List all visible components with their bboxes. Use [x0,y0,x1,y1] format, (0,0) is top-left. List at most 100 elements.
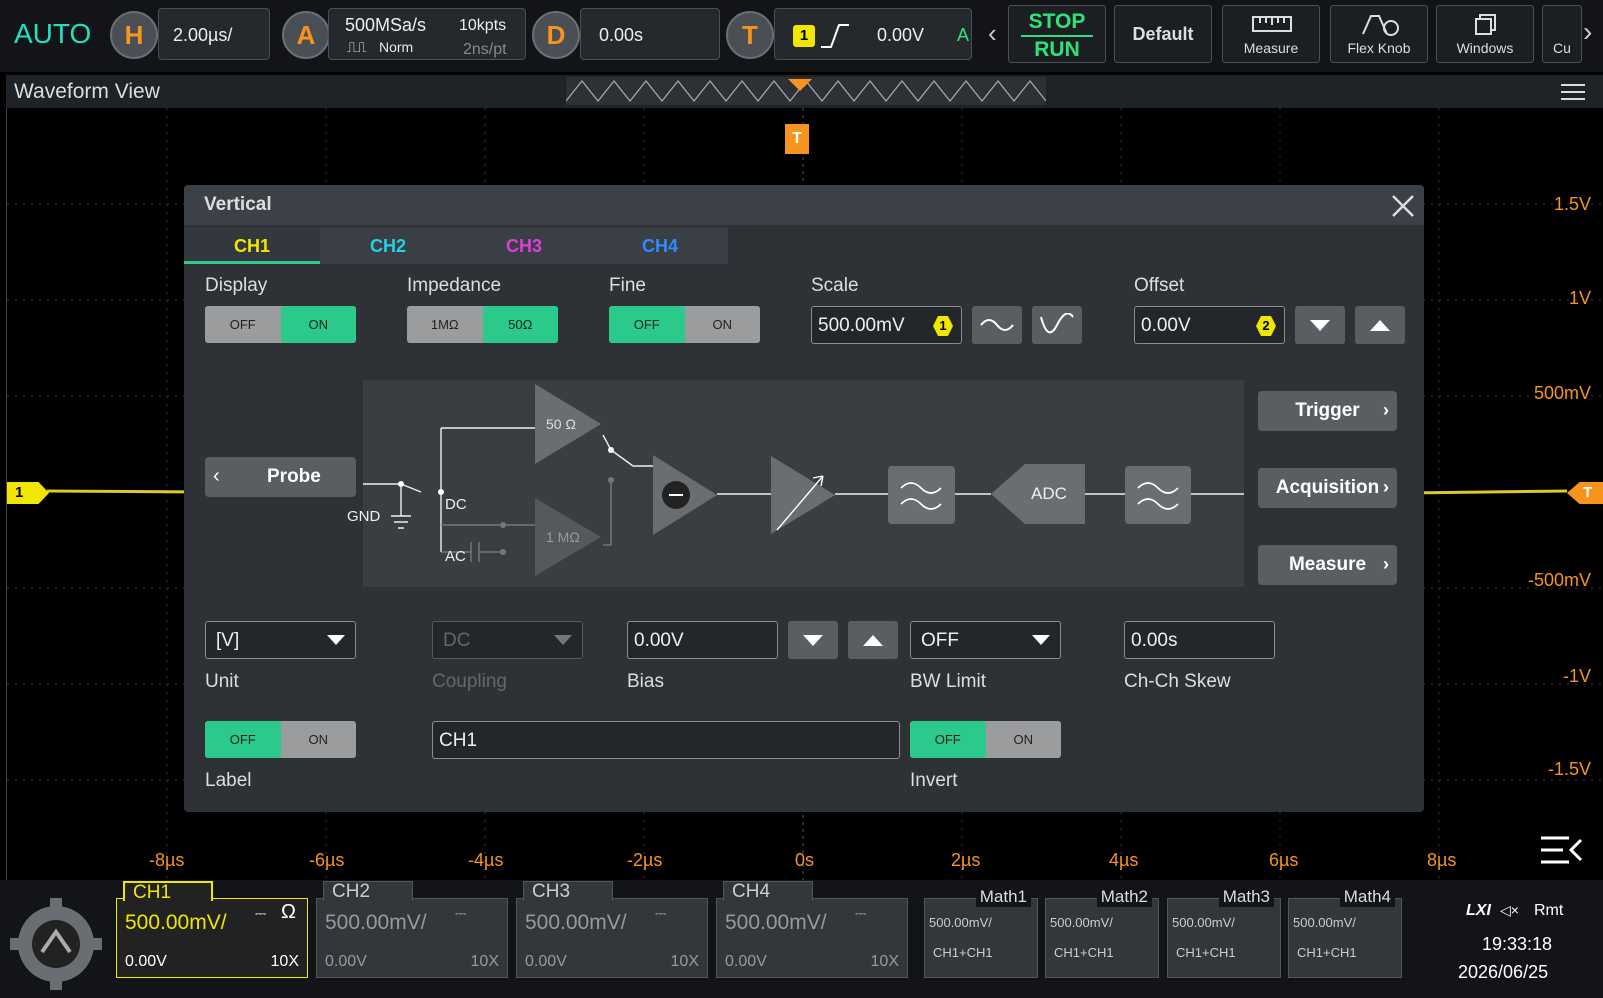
display-off: OFF [229,317,256,332]
scroll-right-icon[interactable]: › [1583,16,1592,48]
display-toggle[interactable]: OFF ON [205,306,356,343]
delay-box[interactable]: 0.00s [580,8,720,60]
unit-label: Unit [205,671,239,692]
ch1-status-title: CH1 [123,881,213,903]
cursor-button[interactable]: Cu [1542,5,1582,63]
measure-link-button[interactable]: Measure › [1258,545,1397,585]
scale-input[interactable]: 500.00mV 1 [811,306,962,344]
delay-button[interactable]: D [532,11,580,59]
ch2-offset: 0.00V [325,953,367,970]
trigger-link-button[interactable]: Trigger › [1258,391,1397,431]
flex-knob-button[interactable]: Flex Knob [1330,5,1428,63]
stop-run-button[interactable]: STOP RUN [1008,5,1106,63]
chevron-right-icon: › [1383,477,1389,497]
trigger-box[interactable]: 1 0.00V A [774,8,972,60]
ch2-probe: 10X [470,953,499,970]
tab-ch1[interactable]: CH1 [184,228,320,264]
unit-select[interactable]: [V] [205,621,356,659]
acquisition-link-button[interactable]: Acquisition › [1258,468,1397,508]
scroll-left-icon[interactable]: ‹ [988,18,997,49]
probe-button[interactable]: ‹ Probe [205,457,356,497]
bw-limit-select[interactable]: OFF [910,621,1061,659]
fine-toggle[interactable]: OFF ON [609,306,760,343]
windows-button[interactable]: Windows [1436,5,1534,63]
offset-value: 0.00V [1141,315,1191,336]
bias-input[interactable]: 0.00V [627,621,778,659]
ch4-offset: 0.00V [725,953,767,970]
flex-knob-label: Flex Knob [1347,40,1411,56]
knob2-badge: 2 [1256,316,1276,336]
dc-coupling-icon: ⎓ [255,905,267,921]
math1-expr: CH1+CH1 [933,945,993,960]
math4-status-box[interactable]: Math4 500.00mV/ CH1+CH1 [1288,887,1402,978]
acquire-button[interactable]: A [282,11,330,59]
skew-input[interactable]: 0.00s [1124,621,1275,659]
measure-link-label: Measure [1288,554,1367,575]
remote-status: Rmt [1534,902,1564,919]
math2-status-box[interactable]: Math2 500.00mV/ CH1+CH1 [1045,887,1159,978]
waveform-overview[interactable] [566,77,1046,105]
run-label: RUN [1021,35,1093,63]
ac-label: AC [445,548,466,565]
acquire-box[interactable]: 500MSa/s 10kpts ⎍⎍ Norm 2ns/pt [328,8,526,60]
offset-label: Offset [1134,275,1185,296]
invert-label: Invert [910,770,958,791]
math1-title: Math1 [975,887,1031,907]
triangle-up-icon [1370,319,1390,331]
home-gear-icon[interactable] [10,898,102,990]
horizontal-button[interactable]: H [110,11,158,59]
scale-fine-button[interactable] [1032,306,1082,344]
triangle-up-icon [863,634,883,646]
auto-label[interactable]: AUTO [14,18,91,50]
default-button[interactable]: Default [1114,5,1212,63]
label-toggle[interactable]: OFF ON [205,721,356,758]
collapse-menu-icon[interactable] [1539,834,1583,866]
gnd-label: GND [347,508,381,525]
math2-scale: 500.00mV/ [1050,915,1113,930]
offset-up-button[interactable] [1355,306,1405,344]
bias-up-button[interactable] [848,621,898,659]
top-toolbar: AUTO H 2.00µs/ A 500MSa/s 10kpts ⎍⎍ Norm… [0,0,1603,72]
tab-ch3[interactable]: CH3 [456,228,592,264]
tab-ch4[interactable]: CH4 [592,228,728,264]
dropdown-arrow-icon [554,635,572,645]
math3-scale: 500.00mV/ [1172,915,1235,930]
ch2-status-box[interactable]: CH2 500.00mV/ ⎓ 0.00V 10X [316,881,508,978]
invert-off: OFF [910,721,986,758]
speaker-mute-icon[interactable]: ◁× [1500,902,1519,919]
math1-status-box[interactable]: Math1 500.00mV/ CH1+CH1 [924,887,1038,978]
measure-tool-button[interactable]: Measure [1222,5,1320,63]
close-icon[interactable] [1390,193,1416,219]
ch4-status-box[interactable]: CH4 500.00mV/ ⎓ 0.00V 10X [716,881,908,978]
math3-status-box[interactable]: Math3 500.00mV/ CH1+CH1 [1167,887,1281,978]
coupling-select: DC [432,621,583,659]
horizontal-scale-box[interactable]: 2.00µs/ [158,8,270,60]
label-text-input[interactable]: CH1 [432,721,900,759]
ch2-scale: 500.00mV/ [325,911,427,934]
impedance-toggle[interactable]: 1MΩ 50Ω [407,306,558,343]
display-label: Display [205,275,268,296]
r1m-label: 1 MΩ [546,529,580,545]
channel-tabs: CH1 CH2 CH3 CH4 [184,228,728,264]
offset-down-button[interactable] [1295,306,1345,344]
x-label: 2µs [951,850,981,870]
trigger-level: 0.00V [877,25,925,45]
ch3-status-box[interactable]: CH3 500.00mV/ ⎓ 0.00V 10X [516,881,708,978]
menu-icon[interactable] [1561,81,1585,105]
tab-ch2[interactable]: CH2 [320,228,456,264]
scale-coarse-button[interactable] [972,306,1022,344]
ch4-probe: 10X [870,953,899,970]
ch1-status-box[interactable]: CH1 500.00mV/ ⎓ Ω 0.00V 10X [116,881,308,978]
math3-title: Math3 [1218,887,1274,907]
bias-down-button[interactable] [788,621,838,659]
y-label: -1V [1562,666,1591,686]
label-on: ON [308,732,329,747]
trigger-position-marker[interactable]: T [785,124,809,154]
invert-toggle[interactable]: OFF ON [910,721,1061,758]
trigger-mode: A [957,25,970,45]
offset-input[interactable]: 0.00V 2 [1134,306,1285,344]
impedance-50: 50Ω [482,306,558,343]
trigger-button[interactable]: T [726,11,774,59]
trigger-link-label: Trigger [1295,400,1360,421]
acquisition-link-label: Acquisition [1275,477,1380,498]
